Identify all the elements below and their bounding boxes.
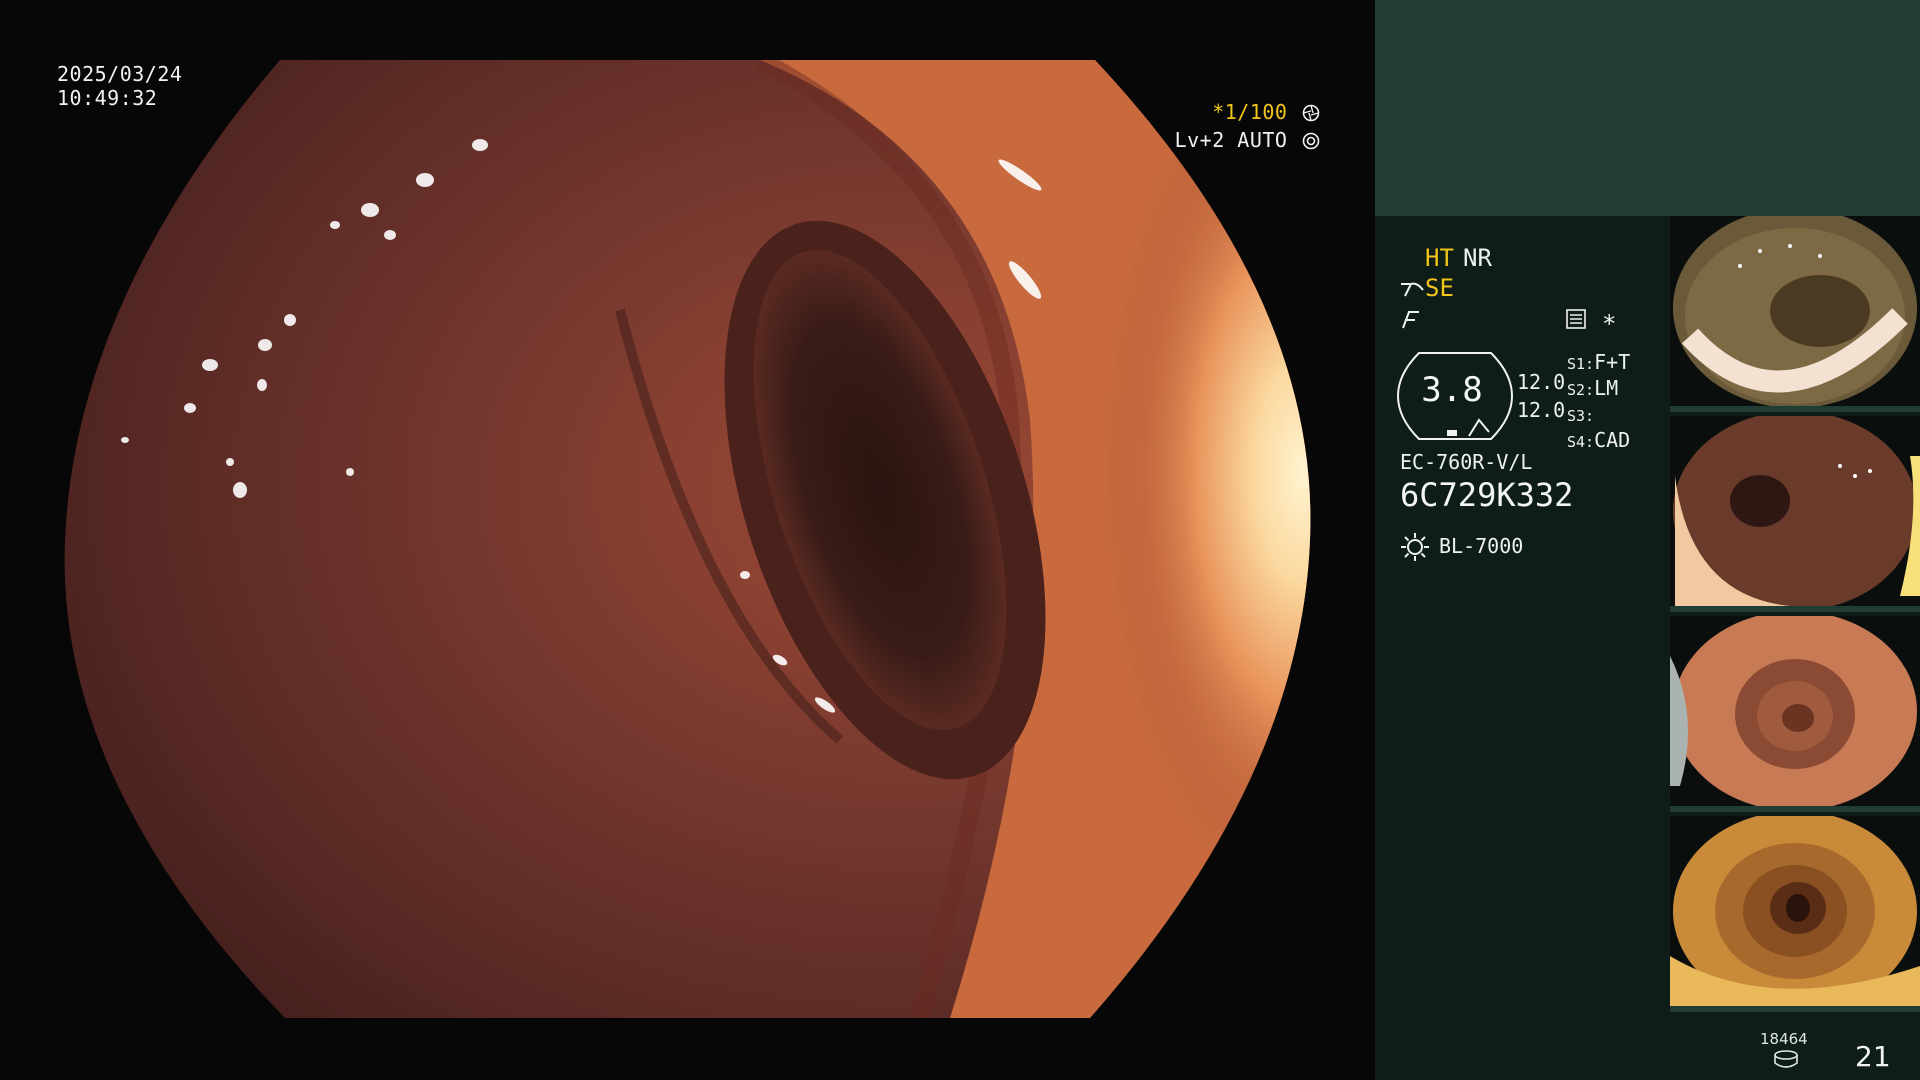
- capture-count-label: 18464: [1760, 1030, 1808, 1048]
- gauge-value: 3.8: [1421, 370, 1483, 410]
- thumbnail-3[interactable]: [1670, 616, 1920, 812]
- setting-s4: S4:CAD: [1567, 428, 1631, 452]
- thumbnail-2[interactable]: [1670, 416, 1920, 612]
- auto-iris-icon: [1302, 132, 1320, 150]
- setting-s1: S1:F+T: [1567, 350, 1631, 374]
- video-osd-right: *1/100 Lv+2 AUTO: [1120, 100, 1320, 152]
- panel-header-area: [1375, 0, 1920, 216]
- thumbnail-2-image: [1673, 416, 1920, 611]
- scope-serial: 6C729K332: [1400, 476, 1574, 514]
- structure-enhance-icon: [1401, 282, 1424, 297]
- endoscope-video-area: 2025/03/24 10:49:32 *1/100 Lv+2 AUTO: [0, 0, 1375, 1080]
- thumbnail-1[interactable]: [1670, 216, 1920, 412]
- timestamp: 2025/03/24 10:49:32: [57, 62, 182, 110]
- light-source-model: BL-7000: [1439, 534, 1524, 558]
- color-mode-icon: [1402, 311, 1419, 329]
- light-source-icon: [1401, 533, 1429, 561]
- ht-mode: HT: [1425, 244, 1454, 272]
- settings-list: S1:F+T S2:LM S3: S4:CAD: [1567, 350, 1630, 454]
- aperture-icon: [1302, 104, 1320, 122]
- time-text: 10:49:32: [57, 86, 158, 110]
- thumbnail-4-image: [1670, 816, 1920, 1012]
- date-text: 2025/03/24: [57, 62, 183, 86]
- scope-model: EC-760R-V/L: [1400, 450, 1533, 474]
- setting-grid-icon: [1566, 309, 1586, 329]
- level-text: Lv+2 AUTO: [1174, 128, 1288, 152]
- setting-s2: S2:LM: [1567, 376, 1619, 400]
- gauge-right-bottom: 12.0: [1517, 398, 1566, 422]
- side-info-panel: HT NR SE * 3.8 12.0 12.0 S1:F+T S2:LM S3…: [1375, 0, 1920, 1080]
- thumbnail-1-image: [1673, 216, 1917, 408]
- se-mode: SE: [1425, 274, 1454, 302]
- star-mode: *: [1602, 310, 1617, 338]
- endoscopic-image: [64, 60, 1311, 1018]
- thumbnail-3-image: [1670, 616, 1917, 811]
- capture-number: 21: [1855, 1040, 1891, 1073]
- shutter-text: *1/100: [1212, 100, 1288, 124]
- setting-s3: S3:: [1567, 407, 1595, 425]
- storage-disk-icon: [1774, 1050, 1798, 1068]
- nr-mode: NR: [1463, 244, 1492, 272]
- captured-thumbnails: [1670, 216, 1920, 1016]
- gauge-right-top: 12.0: [1517, 370, 1566, 394]
- thumbnail-4[interactable]: [1670, 816, 1920, 1012]
